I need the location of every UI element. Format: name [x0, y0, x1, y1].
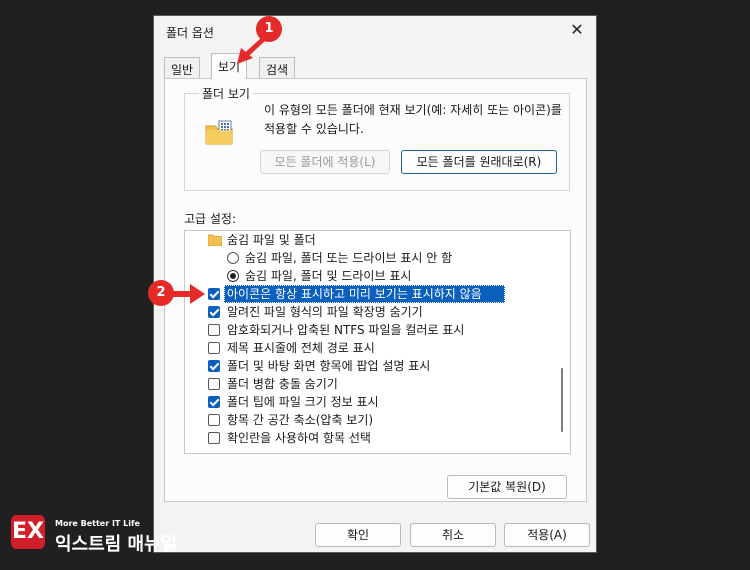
checkbox-popup-description[interactable] — [208, 360, 220, 372]
reset-all-folders-button[interactable]: 모든 폴더를 원래대로(R) — [401, 150, 557, 174]
list-item-hide-extensions[interactable]: 알려진 파일 형식의 파일 확장명 숨기기 — [185, 303, 553, 321]
cancel-button[interactable]: 취소 — [410, 523, 496, 547]
close-button[interactable]: ✕ — [568, 21, 586, 39]
list-item-label: 확인란을 사용하여 항목 선택 — [227, 431, 371, 445]
list-item-label: 숨김 파일, 폴더 및 드라이브 표시 — [245, 269, 412, 283]
view-tab-panel: 폴더 보기 이 유형의 모든 폴더에 현재 보기(예: 자세히 또는 아이콘)를… — [164, 78, 587, 502]
list-item-label: 암호화되거나 압축된 NTFS 파일을 컬러로 표시 — [227, 323, 465, 337]
checkbox-ntfs-color[interactable] — [208, 324, 220, 336]
list-item-full-path[interactable]: 제목 표시줄에 전체 경로 표시 — [185, 339, 553, 357]
title-bar: 폴더 옵션 ✕ — [154, 16, 596, 48]
list-item-popup-description[interactable]: 폴더 및 바탕 화면 항목에 팝업 설명 표시 — [185, 357, 553, 375]
list-item-label: 폴더 팁에 파일 크기 정보 표시 — [227, 395, 379, 409]
list-item-label: 알려진 파일 형식의 파일 확장명 숨기기 — [227, 305, 423, 319]
list-item-merge-conflicts[interactable]: 폴더 병합 충돌 숨기기 — [185, 375, 553, 393]
list-item-always-show-icons[interactable]: 아이콘은 항상 표시하고 미리 보기는 표시하지 않음 — [185, 285, 553, 303]
checkbox-file-size-tips[interactable] — [208, 396, 220, 408]
advanced-settings-list[interactable]: 숨김 파일 및 폴더 숨김 파일, 폴더 또는 드라이브 표시 안 함 숨김 파… — [184, 230, 571, 454]
apply-to-all-folders-button[interactable]: 모든 폴더에 적용(L) — [260, 150, 390, 174]
radio-show-hidden-files[interactable] — [227, 270, 239, 282]
folder-view-group: 폴더 보기 이 유형의 모든 폴더에 현재 보기(예: 자세히 또는 아이콘)를… — [184, 85, 570, 191]
list-item-label: 항목 간 공간 축소(압축 보기) — [227, 413, 374, 427]
radio-hide-hidden-files[interactable] — [227, 252, 239, 264]
marker-1-arrow-icon — [237, 32, 271, 64]
list-item-file-size-tips[interactable]: 폴더 팁에 파일 크기 정보 표시 — [185, 393, 553, 411]
ok-button[interactable]: 확인 — [315, 523, 401, 547]
list-item-label: 제목 표시줄에 전체 경로 표시 — [227, 341, 375, 355]
folder-view-group-label: 폴더 보기 — [199, 85, 253, 102]
checkbox-use-checkboxes[interactable] — [208, 432, 220, 444]
checkbox-hide-extensions[interactable] — [208, 306, 220, 318]
list-item-label: 아이콘은 항상 표시하고 미리 보기는 표시하지 않음 — [227, 287, 482, 301]
list-item-label: 숨김 파일 및 폴더 — [227, 233, 316, 247]
list-item-label: 폴더 및 바탕 화면 항목에 팝업 설명 표시 — [227, 359, 431, 373]
folder-view-description: 이 유형의 모든 폴더에 현재 보기(예: 자세히 또는 아이콘)를 적용할 수… — [264, 103, 562, 136]
advanced-settings-label: 고급 설정: — [184, 212, 237, 226]
dialog-title: 폴더 옵션 — [166, 26, 214, 40]
list-item-radio-show[interactable]: 숨김 파일, 폴더 및 드라이브 표시 — [185, 267, 553, 285]
list-item-radio-hide[interactable]: 숨김 파일, 폴더 또는 드라이브 표시 안 함 — [185, 249, 553, 267]
marker-2-arrow-icon — [172, 284, 205, 304]
folder-small-icon — [208, 234, 222, 246]
checkbox-compact-view[interactable] — [208, 414, 220, 426]
brand-tagline: More Better IT Life — [55, 519, 140, 528]
list-scrollbar-thumb[interactable] — [561, 368, 563, 432]
restore-defaults-button[interactable]: 기본값 복원(D) — [447, 475, 567, 499]
checkbox-full-path[interactable] — [208, 342, 220, 354]
checkbox-merge-conflicts[interactable] — [208, 378, 220, 390]
tab-general[interactable]: 일반 — [164, 57, 201, 78]
list-item-ntfs-color[interactable]: 암호화되거나 압축된 NTFS 파일을 컬러로 표시 — [185, 321, 553, 339]
list-item-compact-view[interactable]: 항목 간 공간 축소(압축 보기) — [185, 411, 553, 429]
folder-options-dialog: 폴더 옵션 ✕ 일반 보기 검색 폴더 보기 이 유형의 모든 폴더에 현재 보… — [153, 15, 597, 553]
apply-button[interactable]: 적용(A) — [504, 523, 590, 547]
brand-name: 익스트림 매뉴얼 — [55, 534, 178, 555]
folder-icon — [205, 120, 233, 145]
list-item-label: 숨김 파일, 폴더 또는 드라이브 표시 안 함 — [245, 251, 453, 265]
list-item-label: 폴더 병합 충돌 숨기기 — [227, 377, 338, 391]
list-item-use-checkboxes[interactable]: 확인란을 사용하여 항목 선택 — [185, 429, 553, 447]
checkbox-always-show-icons[interactable] — [208, 288, 220, 300]
list-item-hidden-files-folder: 숨김 파일 및 폴더 — [185, 231, 553, 249]
brand-logo-icon: EX — [11, 515, 45, 549]
